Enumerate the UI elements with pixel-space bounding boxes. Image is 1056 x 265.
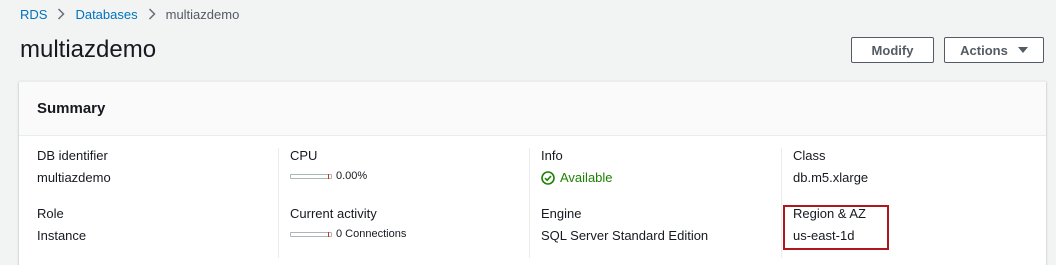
class-value: db.m5.xlarge xyxy=(793,170,869,185)
engine-field: Engine SQL Server Standard Edition xyxy=(541,206,708,244)
modify-button-label: Modify xyxy=(871,42,914,58)
check-circle-icon xyxy=(541,170,555,185)
engine-value: SQL Server Standard Edition xyxy=(541,228,709,243)
current-activity-field: Current activity 0 Connections xyxy=(290,206,406,240)
chevron-right-icon xyxy=(57,8,66,20)
cpu-field: CPU 0.00% xyxy=(290,148,367,182)
breadcrumb-databases-link[interactable]: Databases xyxy=(75,7,137,22)
summary-column-3: Info Available Engine SQL Server Standar… xyxy=(529,148,791,258)
actions-button-label: Actions xyxy=(960,42,1008,58)
chevron-right-icon xyxy=(148,8,156,20)
db-identifier-value: multiazdemo xyxy=(37,170,111,185)
cpu-label: CPU xyxy=(290,148,318,163)
engine-label: Engine xyxy=(541,206,582,221)
breadcrumb-current: multiazdemo xyxy=(165,6,240,22)
info-status-value: Available xyxy=(560,170,613,185)
info-label: Info xyxy=(541,148,563,163)
cpu-meter-row: 0.00% xyxy=(290,170,367,182)
summary-column-1: DB identifier multiazdemo Role Instance xyxy=(37,148,277,258)
actions-dropdown-button[interactable]: Actions xyxy=(944,37,1044,63)
role-label: Role xyxy=(37,206,64,221)
current-activity-value: 0 Connections xyxy=(336,228,407,240)
role-field: Role Instance xyxy=(37,206,86,244)
modify-button[interactable]: Modify xyxy=(851,37,934,63)
current-activity-meter-bar xyxy=(290,231,332,237)
summary-panel-header: Summary xyxy=(19,82,1046,136)
current-activity-label: Current activity xyxy=(290,206,377,221)
info-field: Info Available xyxy=(541,148,613,185)
caret-down-icon xyxy=(1017,46,1028,54)
page-title: multiazdemo xyxy=(20,36,157,63)
cpu-meter-bar xyxy=(290,173,332,179)
class-label: Class xyxy=(793,148,826,163)
summary-column-2: CPU 0.00% Current activity 0 Connections xyxy=(278,148,540,258)
breadcrumb: RDS Databases multiazdemo xyxy=(20,5,239,23)
db-identifier-label: DB identifier xyxy=(37,148,108,163)
info-status: Available xyxy=(541,170,613,185)
region-az-highlight-box xyxy=(783,205,889,250)
summary-title: Summary xyxy=(37,100,106,117)
rds-database-detail-page: RDS Databases multiazdemo multiazdemo Mo… xyxy=(0,0,1056,265)
db-identifier-field: DB identifier multiazdemo xyxy=(37,148,111,186)
breadcrumb-rds-link[interactable]: RDS xyxy=(20,7,47,22)
class-field: Class db.m5.xlarge xyxy=(793,148,868,186)
summary-grid: DB identifier multiazdemo Role Instance … xyxy=(19,136,1046,265)
cpu-value: 0.00% xyxy=(336,170,368,182)
summary-panel: Summary DB identifier multiazdemo Role I… xyxy=(19,81,1046,265)
role-value: Instance xyxy=(37,228,87,243)
current-activity-meter-row: 0 Connections xyxy=(290,228,406,240)
